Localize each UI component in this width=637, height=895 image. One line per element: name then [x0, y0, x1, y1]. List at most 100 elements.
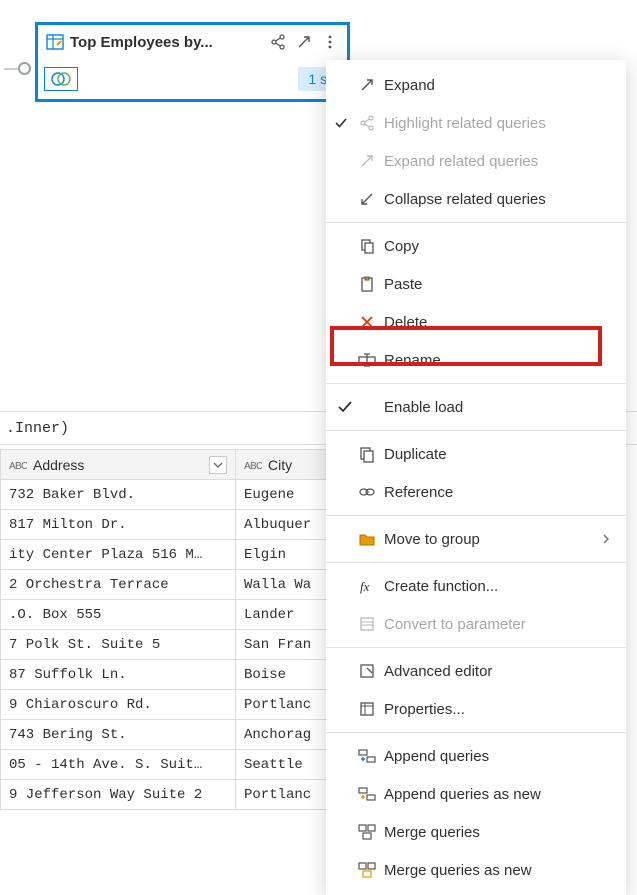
menu-label: Append queries as new	[384, 786, 541, 803]
append-icon	[356, 745, 378, 767]
abc-type-icon: ABC	[244, 458, 262, 472]
table-row[interactable]: 817 Milton Dr.Albuquer	[1, 510, 346, 540]
menu-reference[interactable]: Reference	[326, 473, 626, 511]
node-connector-line	[4, 68, 19, 70]
column-header-address[interactable]: ABC Address	[1, 450, 236, 480]
menu-properties[interactable]: Properties...	[326, 690, 626, 728]
cell-address[interactable]: 2 Orchestra Terrace	[1, 570, 236, 600]
menu-rename[interactable]: Rename	[326, 341, 626, 379]
menu-separator	[326, 515, 626, 516]
menu-label: Create function...	[384, 578, 498, 595]
function-icon: fx	[356, 575, 378, 597]
delete-icon	[356, 311, 378, 333]
more-options-icon[interactable]	[319, 31, 341, 53]
menu-label: Rename	[384, 352, 441, 369]
data-grid: ABC Address ABC City 732 Baker Blvd.E	[0, 449, 346, 810]
parameter-icon	[356, 613, 378, 635]
query-node-header[interactable]: Top Employees by...	[38, 25, 347, 59]
menu-duplicate[interactable]: Duplicate	[326, 435, 626, 473]
menu-label: Merge queries as new	[384, 862, 532, 879]
svg-text:fx: fx	[360, 579, 370, 594]
menu-label: Expand related queries	[384, 153, 538, 170]
table-row[interactable]: 7 Polk St. Suite 5San Fran	[1, 630, 346, 660]
menu-expand-related[interactable]: Expand related queries	[326, 142, 626, 180]
menu-separator	[326, 383, 626, 384]
table-row[interactable]: 2 Orchestra TerraceWalla Wa	[1, 570, 346, 600]
cell-address[interactable]: .O. Box 555	[1, 600, 236, 630]
menu-paste[interactable]: Paste	[326, 265, 626, 303]
cell-address[interactable]: ity Center Plaza 516 M…	[1, 540, 236, 570]
cell-address[interactable]: 732 Baker Blvd.	[1, 480, 236, 510]
menu-label: Append queries	[384, 748, 489, 765]
menu-merge-queries-as-new[interactable]: Merge queries as new	[326, 851, 626, 889]
table-row[interactable]: .O. Box 555Lander	[1, 600, 346, 630]
menu-separator	[326, 732, 626, 733]
duplicate-icon	[356, 443, 378, 465]
menu-label: Paste	[384, 276, 422, 293]
menu-label: Merge queries	[384, 824, 480, 841]
menu-label: Enable load	[384, 399, 463, 416]
menu-advanced-editor[interactable]: Advanced editor	[326, 652, 626, 690]
table-row[interactable]: 05 - 14th Ave. S. Suit…Seattle	[1, 750, 346, 780]
filter-dropdown-button[interactable]	[209, 456, 227, 474]
cell-address[interactable]: 05 - 14th Ave. S. Suit…	[1, 750, 236, 780]
cell-address[interactable]: 9 Chiaroscuro Rd.	[1, 690, 236, 720]
folder-icon	[356, 528, 378, 550]
merge-step-icon[interactable]	[44, 67, 78, 91]
menu-move-to-group[interactable]: Move to group	[326, 520, 626, 558]
menu-collapse-related[interactable]: Collapse related queries	[326, 180, 626, 218]
menu-convert-to-parameter[interactable]: Convert to parameter	[326, 605, 626, 643]
cell-address[interactable]: 743 Bering St.	[1, 720, 236, 750]
table-row[interactable]: 87 Suffolk Ln.Boise	[1, 660, 346, 690]
menu-label: Reference	[384, 484, 453, 501]
check-icon	[334, 396, 356, 418]
menu-label: Highlight related queries	[384, 115, 546, 132]
menu-enable-load[interactable]: Enable load	[326, 388, 626, 426]
menu-copy[interactable]: Copy	[326, 227, 626, 265]
node-connector-port[interactable]	[18, 62, 31, 75]
expand-icon[interactable]	[293, 31, 315, 53]
table-row[interactable]: 9 Chiaroscuro Rd.Portlanc	[1, 690, 346, 720]
menu-expand[interactable]: Expand	[326, 66, 626, 104]
menu-label: Advanced editor	[384, 663, 492, 680]
expand-out-icon	[356, 150, 378, 172]
menu-append-queries[interactable]: Append queries	[326, 737, 626, 775]
query-node-title: Top Employees by...	[70, 34, 263, 51]
menu-label: Move to group	[384, 531, 480, 548]
abc-type-icon: ABC	[9, 458, 27, 472]
expand-icon	[356, 74, 378, 96]
merge-new-icon	[356, 859, 378, 881]
cell-address[interactable]: 9 Jefferson Way Suite 2	[1, 780, 236, 810]
grid-body: 732 Baker Blvd.Eugene 817 Milton Dr.Albu…	[1, 480, 346, 810]
menu-create-function[interactable]: fx Create function...	[326, 567, 626, 605]
collapse-in-icon	[356, 188, 378, 210]
paste-icon	[356, 273, 378, 295]
chevron-right-icon	[600, 533, 612, 545]
menu-label: Delete	[384, 314, 427, 331]
table-row[interactable]: ity Center Plaza 516 M…Elgin	[1, 540, 346, 570]
table-query-icon	[44, 31, 66, 53]
menu-delete[interactable]: Delete	[326, 303, 626, 341]
menu-separator	[326, 222, 626, 223]
menu-merge-queries[interactable]: Merge queries	[326, 813, 626, 851]
column-header-label: Address	[33, 457, 203, 473]
table-row[interactable]: 9 Jefferson Way Suite 2Portlanc	[1, 780, 346, 810]
cell-address[interactable]: 87 Suffolk Ln.	[1, 660, 236, 690]
merge-icon	[356, 821, 378, 843]
table-row[interactable]: 732 Baker Blvd.Eugene	[1, 480, 346, 510]
menu-highlight-related[interactable]: Highlight related queries	[326, 104, 626, 142]
context-menu: Expand Highlight related queries Expand …	[326, 60, 626, 895]
share-icon[interactable]	[267, 31, 289, 53]
advanced-editor-icon	[356, 660, 378, 682]
menu-label: Expand	[384, 77, 435, 94]
check-icon	[334, 116, 348, 130]
menu-label: Duplicate	[384, 446, 447, 463]
menu-label: Copy	[384, 238, 419, 255]
menu-separator	[326, 647, 626, 648]
cell-address[interactable]: 7 Polk St. Suite 5	[1, 630, 236, 660]
query-node[interactable]: Top Employees by... 1 st	[35, 22, 350, 102]
cell-address[interactable]: 817 Milton Dr.	[1, 510, 236, 540]
table-row[interactable]: 743 Bering St.Anchorag	[1, 720, 346, 750]
menu-append-queries-as-new[interactable]: Append queries as new	[326, 775, 626, 813]
menu-label: Convert to parameter	[384, 616, 526, 633]
